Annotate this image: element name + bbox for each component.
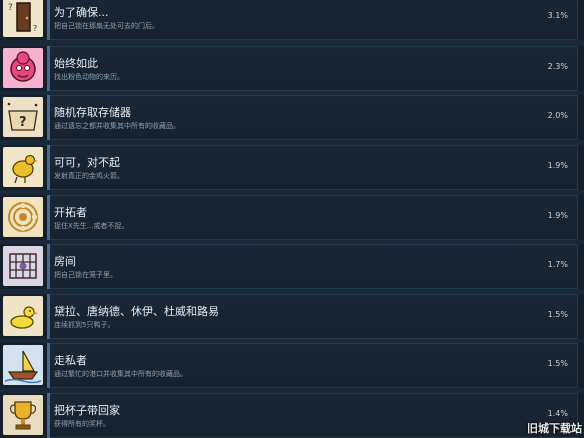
achievement-row[interactable]: ? ? 为了确保... 把自己锁在那扇无处可去的门后。 3.1%: [0, 0, 584, 40]
duck-icon: [3, 296, 43, 336]
achievement-description: 把自己锁在笼子里。: [54, 271, 117, 279]
maze-icon: [3, 197, 43, 237]
ship-icon: [3, 345, 43, 385]
achievement-title: 把杯子带回家: [54, 404, 120, 417]
achievement-description: 连续抓到5只鸭子。: [54, 321, 115, 329]
achievement-title: 为了确保...: [54, 6, 109, 19]
achievement-title: 随机存取存储器: [54, 106, 131, 119]
achievement-description: 获得所有的奖杯。: [54, 420, 110, 428]
unlock-percentage: 1.4%: [547, 409, 568, 418]
achievement-description: 发射真正的金鸡火箭。: [54, 172, 124, 180]
achievement-row[interactable]: 始终如此 找出粉色动物的来历。 2.3%: [0, 46, 584, 91]
pink-face-icon: [3, 48, 43, 88]
achievement-title: 走私者: [54, 354, 87, 367]
svg-text:?: ?: [8, 3, 13, 13]
achievement-row[interactable]: 走私者 通过繁忙的港口并收集其中所有的收藏品。 1.5%: [0, 343, 584, 388]
achievement-row[interactable]: 房间 把自己锁在笼子里。 1.7%: [0, 244, 584, 289]
unlock-percentage: 1.9%: [547, 161, 568, 170]
question-box-icon: ?: [3, 97, 43, 137]
svg-text:?: ?: [33, 24, 37, 33]
trophy-icon: [3, 395, 43, 435]
row-divider: [47, 46, 50, 91]
achievement-description: 捉住X先生...或者不捉。: [54, 222, 129, 230]
row-divider: [47, 244, 50, 289]
unlock-percentage: 1.9%: [547, 211, 568, 220]
row-divider: [47, 0, 50, 40]
achievement-row[interactable]: 开拓者 捉住X先生...或者不捉。 1.9%: [0, 195, 584, 240]
unlock-percentage: 3.1%: [547, 11, 568, 20]
achievement-description: 通过繁忙的港口并收集其中所有的收藏品。: [54, 370, 187, 378]
row-divider: [47, 145, 50, 190]
achievement-description: 找出粉色动物的来历。: [54, 73, 124, 81]
unlock-percentage: 2.3%: [547, 62, 568, 71]
site-watermark: 旧城下载站: [527, 422, 582, 435]
unlock-percentage: 1.5%: [547, 359, 568, 368]
achievement-row[interactable]: 把杯子带回家 获得所有的奖杯。 1.4%: [0, 393, 584, 438]
golden-chicken-icon: [3, 147, 43, 187]
achievement-row[interactable]: ? 随机存取存储器 通过遗忘之都并收集其中所有的收藏品。 2.0%: [0, 95, 584, 140]
achievement-row[interactable]: 可可，对不起 发射真正的金鸡火箭。 1.9%: [0, 145, 584, 190]
row-divider: [47, 195, 50, 240]
door-icon: ? ?: [3, 0, 43, 37]
achievement-title: 黛拉、唐纳德、休伊、杜威和路易: [54, 305, 219, 318]
achievement-description: 把自己锁在那扇无处可去的门后。: [54, 22, 159, 30]
row-divider: [47, 95, 50, 140]
row-divider: [47, 343, 50, 388]
achievement-title: 可可，对不起: [54, 156, 120, 169]
achievement-row[interactable]: 黛拉、唐纳德、休伊、杜威和路易 连续抓到5只鸭子。 1.5%: [0, 294, 584, 339]
unlock-percentage: 1.5%: [547, 310, 568, 319]
achievement-title: 开拓者: [54, 206, 87, 219]
row-divider: [47, 393, 50, 438]
cage-icon: [3, 246, 43, 286]
achievement-title: 房间: [54, 255, 76, 268]
svg-text:?: ?: [19, 115, 27, 130]
achievement-list: ? ? 为了确保... 把自己锁在那扇无处可去的门后。 3.1% 始终如此 找出…: [0, 0, 584, 438]
unlock-percentage: 1.7%: [547, 260, 568, 269]
achievement-title: 始终如此: [54, 57, 98, 70]
achievement-description: 通过遗忘之都并收集其中所有的收藏品。: [54, 122, 180, 130]
unlock-percentage: 2.0%: [547, 111, 568, 120]
row-divider: [47, 294, 50, 339]
